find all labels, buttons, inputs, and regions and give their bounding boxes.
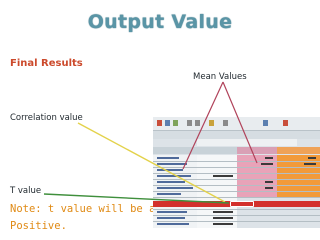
final-results-heading: Final Results	[10, 58, 83, 69]
t-value-highlight	[230, 201, 254, 207]
slide-title: Output Value	[87, 11, 233, 33]
t-value-label: T value	[10, 186, 42, 196]
slide: Output Value Final Results Mean Values C…	[0, 0, 320, 240]
spreadsheet-screenshot	[153, 117, 320, 228]
note-line-2: Positive.	[10, 220, 67, 232]
mean-values-label: Mean Values	[193, 72, 247, 82]
correlation-value-label: Correlation value	[10, 113, 83, 123]
sheet-ribbon	[153, 117, 320, 131]
sheet-title-cell	[197, 139, 297, 146]
